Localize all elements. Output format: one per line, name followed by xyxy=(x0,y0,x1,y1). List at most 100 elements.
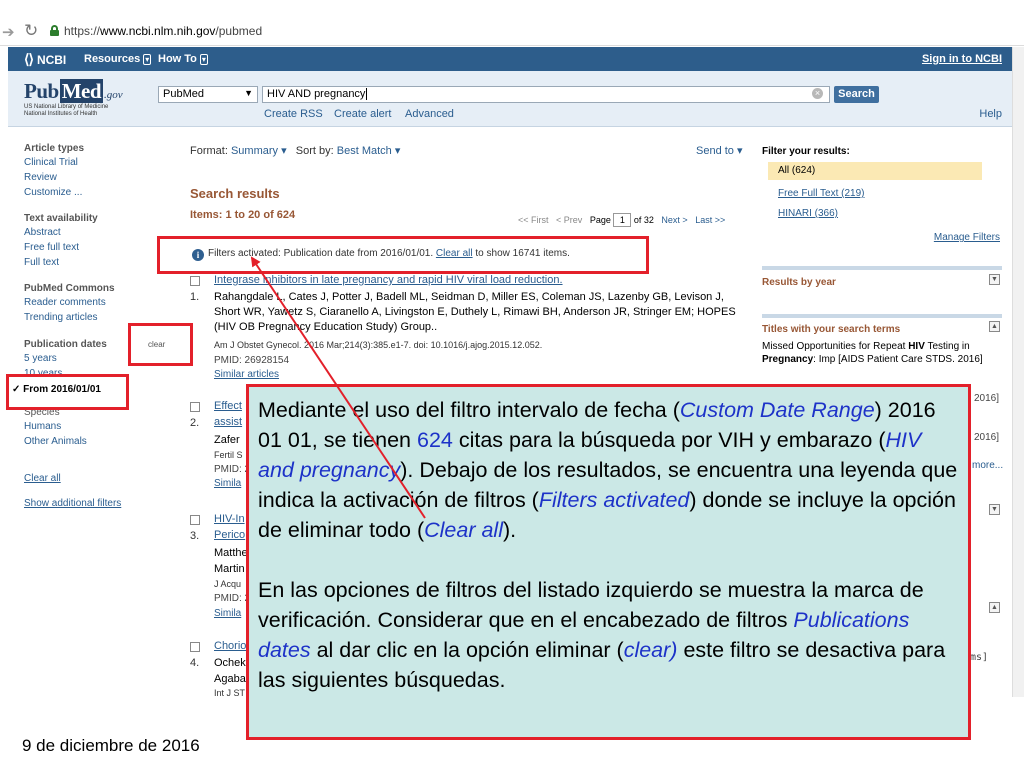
callout-term: clear) xyxy=(623,638,678,662)
similar-articles-link[interactable]: Simila xyxy=(214,478,241,489)
title-citation-fragment: 2016] xyxy=(974,393,1000,404)
collapse-toggle-icon[interactable]: ▲ xyxy=(989,321,1000,332)
species-section: Species Humans Other Animals xyxy=(24,406,174,449)
manage-filters-link[interactable]: Manage Filters xyxy=(934,232,1000,243)
more-link[interactable]: more... xyxy=(972,460,1003,471)
result-number: 1. xyxy=(190,291,200,303)
filter-other-animals[interactable]: Other Animals xyxy=(24,434,174,449)
result-number: 3. xyxy=(190,530,200,542)
title-match-entry[interactable]: Missed Opportunities for Repeat HIV Test… xyxy=(762,340,1002,366)
fragment-text: ms] xyxy=(970,652,989,663)
clear-search-icon[interactable]: × xyxy=(812,88,823,99)
result-title-link-line2[interactable]: Perico xyxy=(214,529,245,541)
callout-paragraph-2: En las opciones de filtros del listado i… xyxy=(258,575,959,695)
title-term-pregnancy: Pregnancy xyxy=(762,354,814,365)
sort-value: Best Match xyxy=(336,145,392,157)
format-dropdown[interactable]: Summary ▾ xyxy=(231,145,287,157)
pager-last[interactable]: Last >> xyxy=(695,215,725,225)
titles-search-terms-head: Titles with your search terms xyxy=(762,324,901,335)
ncbi-logo[interactable]: ⟨⟩ NCBI xyxy=(24,51,66,68)
expand-toggle-icon[interactable]: ▼ xyxy=(989,274,1000,285)
search-button[interactable]: Search xyxy=(834,86,879,103)
result-checkbox[interactable] xyxy=(190,515,200,525)
pager: << First < Prev Page 1 of 32 Next > Last… xyxy=(518,213,725,227)
show-additional-filters[interactable]: Show additional filters xyxy=(24,496,174,511)
filter-full-text[interactable]: Full text xyxy=(24,255,174,270)
logo-subtitle-2: National Institutes of Health xyxy=(24,111,98,117)
lock-icon xyxy=(50,25,59,36)
sort-dropdown[interactable]: Best Match ▾ xyxy=(337,145,401,157)
pubmed-logo[interactable]: Pub Med .gov US National Library of Medici… xyxy=(24,79,123,118)
advanced-link[interactable]: Advanced xyxy=(405,108,454,120)
database-select[interactable]: PubMed ▼ xyxy=(158,86,258,103)
filter-reader-comments[interactable]: Reader comments xyxy=(24,295,174,310)
howto-label: How To xyxy=(158,53,197,65)
filter-free-full-text[interactable]: Free full text xyxy=(24,240,174,255)
howto-menu[interactable]: How To ▾ xyxy=(158,53,208,65)
result-checkbox[interactable] xyxy=(190,276,200,286)
browser-address-bar: ➔ ↻ https://www.ncbi.nlm.nih.gov/pubmed xyxy=(0,18,1024,46)
portlet-divider xyxy=(762,314,1002,318)
page-scrollbar[interactable] xyxy=(1012,47,1024,697)
title-text-part: Missed Opportunities for Repeat xyxy=(762,341,909,352)
send-to-dropdown[interactable]: Send to ▾ xyxy=(696,144,743,157)
pager-first[interactable]: << First xyxy=(518,215,549,225)
clear-highlight-box xyxy=(128,323,193,366)
similar-articles-link[interactable]: Simila xyxy=(214,608,241,619)
from-filter-highlight-box xyxy=(6,374,129,410)
create-rss-link[interactable]: Create RSS xyxy=(264,108,323,120)
filter-review[interactable]: Review xyxy=(24,170,174,185)
expand-toggle-icon[interactable]: ▼ xyxy=(989,504,1000,515)
filters-clear-all-link[interactable]: Clear all xyxy=(436,248,473,259)
pager-page-input[interactable]: 1 xyxy=(613,213,632,227)
filter-humans[interactable]: Humans xyxy=(24,419,174,434)
ncbi-logo-text: NCBI xyxy=(36,53,67,67)
collapse-toggle-icon[interactable]: ▲ xyxy=(989,602,1000,613)
title-text-part: Testing in xyxy=(924,341,970,352)
results-by-year-head: Results by year xyxy=(762,277,836,288)
resources-label: Resources xyxy=(84,53,141,65)
result-title-link[interactable]: Integrase inhibitors in late pregnancy a… xyxy=(214,274,563,286)
result-journal: Fertil S xyxy=(214,450,243,460)
send-to-label: Send to xyxy=(696,145,734,157)
result-checkbox[interactable] xyxy=(190,402,200,412)
result-title-link-line2[interactable]: assist xyxy=(214,416,242,428)
logo-word: Pub xyxy=(24,79,59,103)
pager-prev[interactable]: < Prev xyxy=(556,215,582,225)
result-authors: Rahangdale L, Cates J, Potter J, Badell … xyxy=(214,291,736,333)
result-number: 2. xyxy=(190,417,200,429)
text-availability-section: Text availability Abstract Free full tex… xyxy=(24,212,174,270)
title-citation-fragment: 2016] xyxy=(974,432,1000,443)
sidebar-clear-all[interactable]: Clear all xyxy=(24,471,174,486)
result-title-link[interactable]: Effect xyxy=(214,400,242,412)
help-link[interactable]: Help xyxy=(979,108,1002,120)
result-number: 4. xyxy=(190,657,200,669)
filter-abstract[interactable]: Abstract xyxy=(24,225,174,240)
forward-arrow-icon[interactable]: ➔ xyxy=(2,23,15,41)
filter-hinari-link[interactable]: HINARI (366) xyxy=(778,208,838,219)
create-alert-link[interactable]: Create alert xyxy=(334,108,391,120)
result-journal: J Acqu xyxy=(214,579,242,589)
filters-note-text: Filters activated: Publication date from… xyxy=(208,248,434,259)
result-title-link[interactable]: HIV-In xyxy=(214,513,245,525)
filter-free-full-text-link[interactable]: Free Full Text (219) xyxy=(778,188,865,199)
reload-icon[interactable]: ↻ xyxy=(24,21,38,41)
filter-clinical-trial[interactable]: Clinical Trial xyxy=(24,155,174,170)
search-input[interactable]: HIV AND pregnancy × xyxy=(262,86,830,103)
url-field[interactable]: https://www.ncbi.nlm.nih.gov/pubmed xyxy=(64,24,262,38)
result-pmid: PMID: 26928154 xyxy=(214,355,290,366)
pager-page-label: Page xyxy=(589,215,611,225)
resources-menu[interactable]: Resources ▾ xyxy=(84,53,152,65)
result-title-link[interactable]: Chorio xyxy=(214,640,246,652)
similar-articles-link[interactable]: Similar articles xyxy=(214,369,279,380)
filter-all[interactable]: All (624) xyxy=(768,162,982,180)
filter-customize[interactable]: Customize ... xyxy=(24,185,174,200)
chevron-down-icon: ▾ xyxy=(199,54,208,65)
result-checkbox[interactable] xyxy=(190,642,200,652)
callout-text: al dar clic en la opción eliminar ( xyxy=(310,638,624,662)
info-icon: i xyxy=(192,249,204,261)
sign-in-link[interactable]: Sign in to NCBI xyxy=(922,53,1002,65)
filter-10-years[interactable]: 10 years xyxy=(24,366,174,374)
pager-next[interactable]: Next > xyxy=(661,215,687,225)
items-count: Items: 1 to 20 of 624 xyxy=(190,209,296,221)
